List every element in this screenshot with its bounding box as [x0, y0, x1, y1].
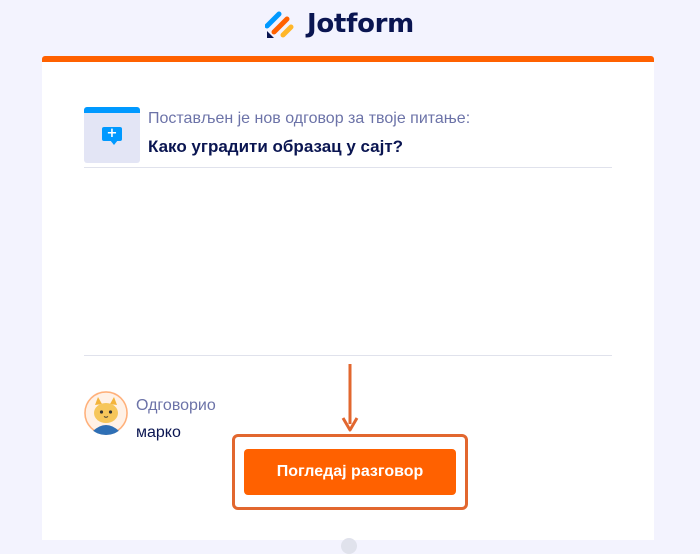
- down-arrow-icon: [341, 364, 359, 432]
- email-header: Jotform: [0, 0, 700, 56]
- jotform-logo-icon: [265, 11, 294, 38]
- question-subtitle: Постављен је нов одговор за твоје питање…: [148, 110, 471, 127]
- top-divider: [84, 167, 612, 168]
- view-conversation-button[interactable]: Погледај разговор: [244, 449, 456, 495]
- bottom-indicator: [341, 538, 357, 554]
- bottom-divider: [84, 355, 612, 356]
- jotform-logo[interactable]: Jotform: [265, 8, 414, 40]
- answerer-name: марко: [136, 424, 181, 441]
- answered-by-label: Одговорио: [136, 397, 216, 414]
- brand-name: Jotform: [307, 9, 414, 39]
- question-title[interactable]: Како уградити образац у сајт?: [148, 137, 403, 157]
- cta-highlight-frame: Погледај разговор: [232, 434, 468, 510]
- cat-avatar-icon: [84, 391, 128, 435]
- chat-bubble-plus-icon: +: [84, 107, 140, 163]
